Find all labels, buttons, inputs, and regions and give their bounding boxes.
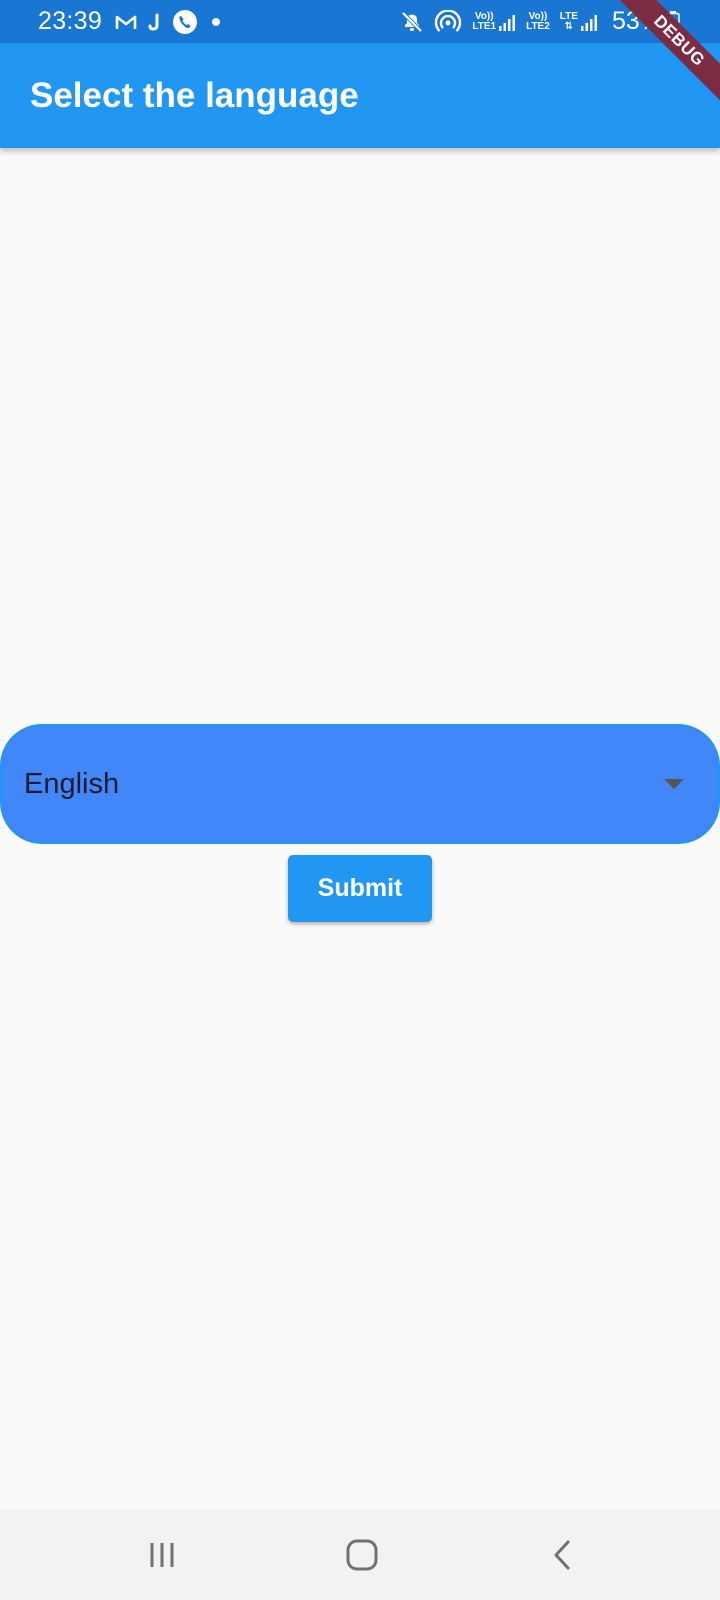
hotspot-icon (434, 0, 462, 43)
recent-apps-icon (150, 1543, 174, 1567)
status-bar: 23:39 Vo)) LTE1 Vo)) LTE2 LTE ⇅ 53% (0, 0, 720, 43)
data-arrows-icon: ⇅ (564, 20, 574, 32)
home-button[interactable] (302, 1510, 422, 1600)
language-dropdown-value: English (24, 767, 120, 800)
chevron-down-icon (664, 779, 684, 789)
app-screen: 23:39 Vo)) LTE1 Vo)) LTE2 LTE ⇅ 53% Sele… (0, 0, 720, 1600)
battery-percent: 53% (611, 7, 662, 35)
navigation-bar (0, 1510, 720, 1600)
volte-lte2-signal-icon: Vo)) LTE2 (526, 0, 550, 43)
notification-dot-icon (212, 17, 221, 26)
submit-button[interactable]: Submit (288, 855, 432, 922)
phone-call-icon (172, 0, 198, 43)
volte-lte1-signal-icon: Vo)) LTE1 (472, 0, 516, 43)
home-icon (346, 1539, 378, 1571)
gmail-icon (114, 0, 138, 43)
back-icon (554, 1540, 570, 1570)
sim2-label-bottom: LTE2 (526, 20, 550, 32)
status-bar-right: Vo)) LTE1 Vo)) LTE2 LTE ⇅ 53% (400, 0, 680, 43)
page-title: Select the language (30, 75, 359, 115)
back-button[interactable] (503, 1510, 623, 1600)
sim1-label-bottom: LTE1 (472, 20, 497, 32)
status-time: 23:39 (38, 7, 103, 35)
language-dropdown[interactable]: English (0, 724, 720, 844)
mute-icon (400, 0, 424, 43)
app-bar: Select the language (0, 43, 720, 148)
jio-icon (148, 0, 162, 43)
status-bar-left: 23:39 (38, 0, 400, 43)
battery-icon (666, 0, 680, 43)
lte-data-signal-icon: LTE ⇅ (560, 0, 598, 43)
recent-apps-button[interactable] (102, 1510, 222, 1600)
